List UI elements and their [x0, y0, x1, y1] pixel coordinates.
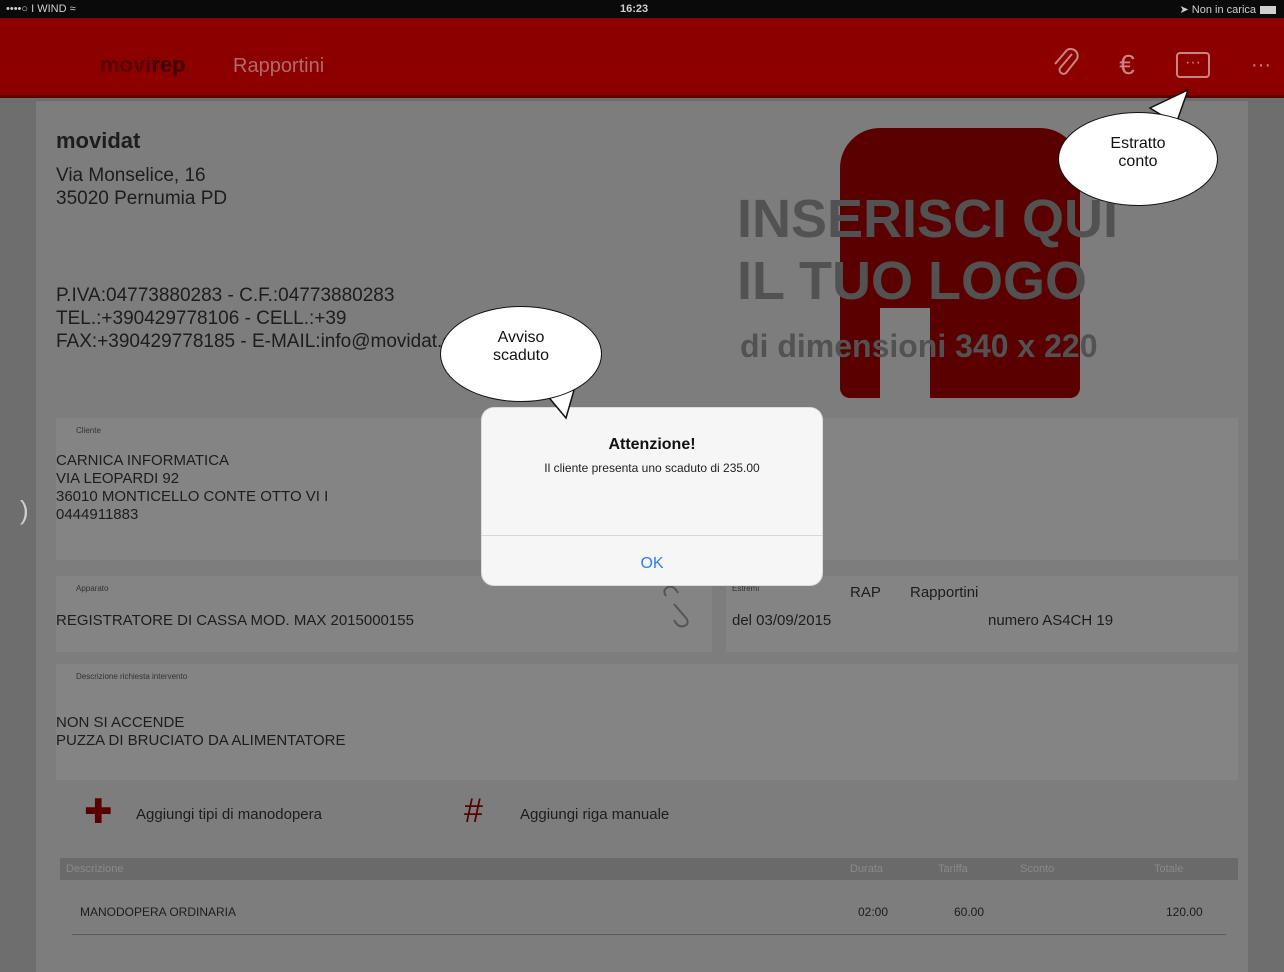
estratto-callout-line-2: conto — [1118, 153, 1158, 170]
avviso-callout-line-2: scaduto — [492, 347, 550, 364]
avviso-callout: Avviso scaduto — [440, 306, 602, 402]
estratto-conto-callout: Estratto conto — [1058, 112, 1218, 206]
estratto-callout-line-1: Estratto — [1110, 135, 1166, 152]
avviso-callout-line-1: Avviso — [497, 329, 545, 346]
